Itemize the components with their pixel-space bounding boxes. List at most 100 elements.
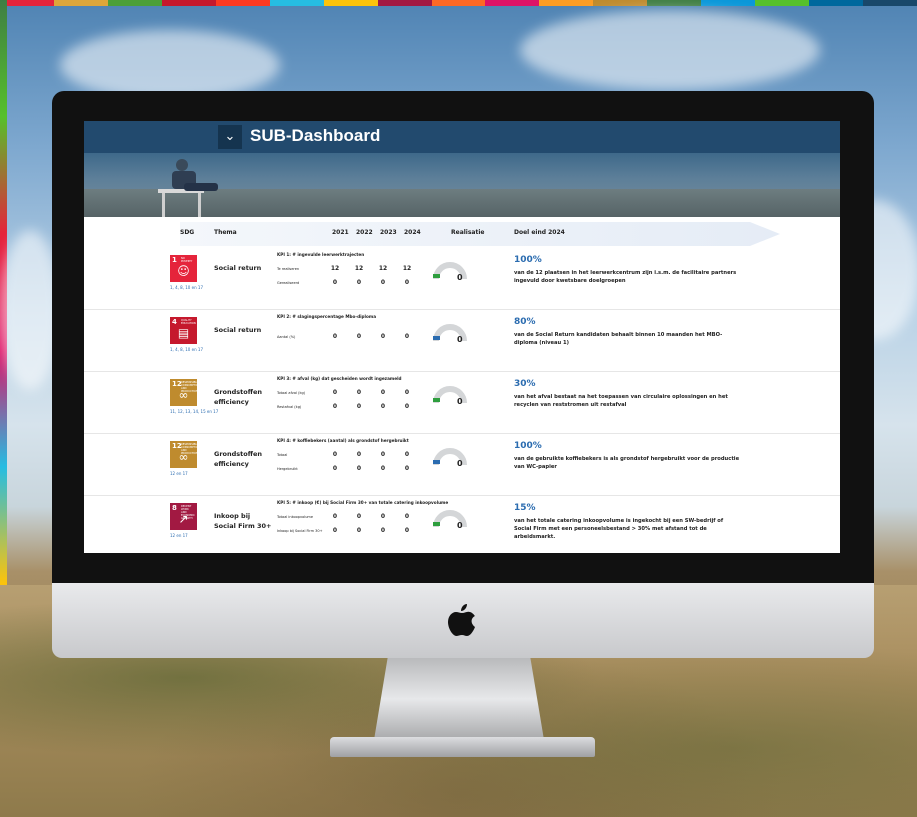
thema-label: Grondstoffen efficiency bbox=[214, 388, 263, 406]
infinity-icon: ∞ bbox=[178, 450, 189, 464]
metric-value: 0 bbox=[380, 465, 386, 472]
sdg-number: 4 bbox=[172, 318, 177, 326]
metric-value: 0 bbox=[332, 333, 338, 340]
metric-value: 0 bbox=[404, 333, 410, 340]
sdg-related-links[interactable]: 1, 4, 8, 10 en 17 bbox=[170, 285, 203, 290]
sdg-strip-segment bbox=[647, 0, 702, 6]
metric-value: 0 bbox=[380, 513, 386, 520]
metric-value: 0 bbox=[332, 389, 338, 396]
metric-value: 0 bbox=[380, 333, 386, 340]
metric-value: 0 bbox=[332, 279, 338, 286]
gauge-marker bbox=[433, 336, 440, 340]
target-percentage: 30% bbox=[514, 379, 536, 389]
header-bar: ⌄ SUB-Dashboard bbox=[84, 121, 840, 153]
monitor-bezel: ⌄ SUB-Dashboard SDG Thema 2021 2022 2023… bbox=[52, 91, 874, 583]
growth-chart-icon: ↗ bbox=[178, 512, 189, 526]
sdg-related-links[interactable]: 12 en 17 bbox=[170, 533, 188, 538]
sdg-strip-segment bbox=[701, 0, 756, 6]
header-realisatie: Realisatie bbox=[451, 229, 485, 236]
monitor-chin bbox=[52, 583, 874, 658]
metric-value: 0 bbox=[356, 465, 362, 472]
metric-value: 0 bbox=[332, 465, 338, 472]
sdg-goal-icon: 1 NO POVERTY ☺ bbox=[170, 255, 197, 282]
metric-value: 0 bbox=[404, 513, 410, 520]
monitor-foot bbox=[330, 737, 595, 757]
kpi-title: KPI 4: # koffiebekers (aantal) als grond… bbox=[277, 438, 409, 443]
sdg-strip-segment bbox=[107, 0, 162, 6]
imac-monitor: ⌄ SUB-Dashboard SDG Thema 2021 2022 2023… bbox=[52, 91, 874, 658]
header-year: 2022 bbox=[356, 229, 373, 236]
metric-value: 0 bbox=[356, 513, 362, 520]
metric-value: 0 bbox=[404, 403, 410, 410]
hero-banner: ⌄ SUB-Dashboard bbox=[84, 121, 840, 217]
metric-value: 0 bbox=[404, 465, 410, 472]
metric-label: Totaal afval (kg) bbox=[277, 391, 306, 395]
metric-label: Restafval (kg) bbox=[277, 405, 302, 409]
header-year: 2024 bbox=[404, 229, 421, 236]
family-icon: ☺ bbox=[177, 264, 190, 278]
kpi-row: 8 DECENT WORK AND ECONOMIC GROWTH ↗ 12 e… bbox=[84, 497, 840, 553]
metric-label: Totaal inkoopvolume bbox=[277, 515, 313, 519]
metric-value: 0 bbox=[356, 389, 362, 396]
metric-label: Inkoop bij Social Firm 30+ bbox=[277, 529, 323, 533]
sdg-goal-icon: 12 RESPONSIBLE CONSUMPTION AND PRODUCTIO… bbox=[170, 379, 200, 406]
sdg-strip-segment bbox=[593, 0, 648, 6]
cloud bbox=[60, 30, 280, 100]
kpi-title: KPI 1: # ingevulde leerwerktrajecten bbox=[277, 252, 365, 257]
goal-description: van de Social Return kandidaten behaalt … bbox=[514, 332, 723, 346]
metric-value: 0 bbox=[332, 451, 338, 458]
cloud bbox=[0, 230, 60, 390]
kpi-row: 12 RESPONSIBLE CONSUMPTION AND PRODUCTIO… bbox=[84, 435, 840, 496]
sdg-caption: QUALITY EDUCATION bbox=[181, 319, 196, 325]
kpi-row: 1 NO POVERTY ☺ 1, 4, 8, 10 en 17 Social r… bbox=[84, 249, 840, 310]
metric-value: 12 bbox=[378, 265, 388, 272]
monitor-stand bbox=[374, 658, 544, 740]
thema-label: Inkoop bij Social Firm 30+ bbox=[214, 512, 272, 530]
sdg-strip-segment bbox=[323, 0, 378, 6]
gauge-marker bbox=[433, 398, 440, 402]
thema-label: Grondstoffen efficiency bbox=[214, 450, 263, 468]
header-thema: Thema bbox=[214, 229, 237, 236]
kpi-row: 12 RESPONSIBLE CONSUMPTION AND PRODUCTIO… bbox=[84, 373, 840, 434]
metric-value: 0 bbox=[380, 403, 386, 410]
metric-label: Te realiseren bbox=[277, 267, 300, 271]
sdg-color-strip bbox=[0, 0, 917, 6]
metric-value: 12 bbox=[330, 265, 340, 272]
sdg-goal-icon: 8 DECENT WORK AND ECONOMIC GROWTH ↗ bbox=[170, 503, 197, 530]
metric-value: 0 bbox=[356, 403, 362, 410]
target-percentage: 100% bbox=[514, 255, 542, 265]
thema-label: Social return bbox=[214, 264, 262, 272]
metric-value: 0 bbox=[332, 513, 338, 520]
target-percentage: 100% bbox=[514, 441, 542, 451]
goal-description: van de 12 plaatsen in het leerwerkcentru… bbox=[514, 270, 737, 284]
gauge-marker bbox=[433, 522, 440, 526]
sdg-related-links[interactable]: 11, 12, 13, 14, 15 en 17 bbox=[170, 409, 218, 414]
gauge-marker bbox=[433, 460, 440, 464]
sdg-strip-segment bbox=[377, 0, 432, 6]
metric-value: 0 bbox=[380, 527, 386, 534]
chevron-down-icon[interactable]: ⌄ bbox=[218, 125, 242, 149]
metric-value: 0 bbox=[380, 279, 386, 286]
sdg-related-links[interactable]: 1, 4, 8, 10 en 17 bbox=[170, 347, 203, 352]
metric-value: 0 bbox=[356, 451, 362, 458]
kpi-row: 4 QUALITY EDUCATION ▤ 1, 4, 8, 10 en 17 S… bbox=[84, 311, 840, 372]
target-percentage: 80% bbox=[514, 317, 536, 327]
sdg-related-links[interactable]: 12 en 17 bbox=[170, 471, 188, 476]
dashboard-screen: ⌄ SUB-Dashboard SDG Thema 2021 2022 2023… bbox=[84, 121, 840, 553]
metric-value: 0 bbox=[404, 279, 410, 286]
goal-description: van de gebruikte koffiebekers is als gro… bbox=[514, 456, 740, 470]
gauge-value: 0 bbox=[457, 397, 463, 406]
sdg-strip-segment bbox=[269, 0, 324, 6]
table-header: SDG Thema 2021 2022 2023 2024 Realisatie… bbox=[180, 222, 780, 246]
gauge-value: 0 bbox=[457, 459, 463, 468]
person-on-bench-image bbox=[158, 159, 218, 217]
sdg-strip-segment bbox=[161, 0, 216, 6]
kpi-title: KPI 2: # slagingspercentage Mbo-diploma bbox=[277, 314, 377, 319]
sdg-goal-icon: 12 RESPONSIBLE CONSUMPTION AND PRODUCTIO… bbox=[170, 441, 200, 468]
metric-value: 0 bbox=[380, 451, 386, 458]
gauge-value: 0 bbox=[457, 335, 463, 344]
metric-label: Hergebruikt bbox=[277, 467, 298, 471]
sdg-caption: NO POVERTY bbox=[181, 257, 193, 263]
header-doel: Doel eind 2024 bbox=[514, 229, 565, 236]
metric-label: Gerealiseerd bbox=[277, 281, 300, 285]
